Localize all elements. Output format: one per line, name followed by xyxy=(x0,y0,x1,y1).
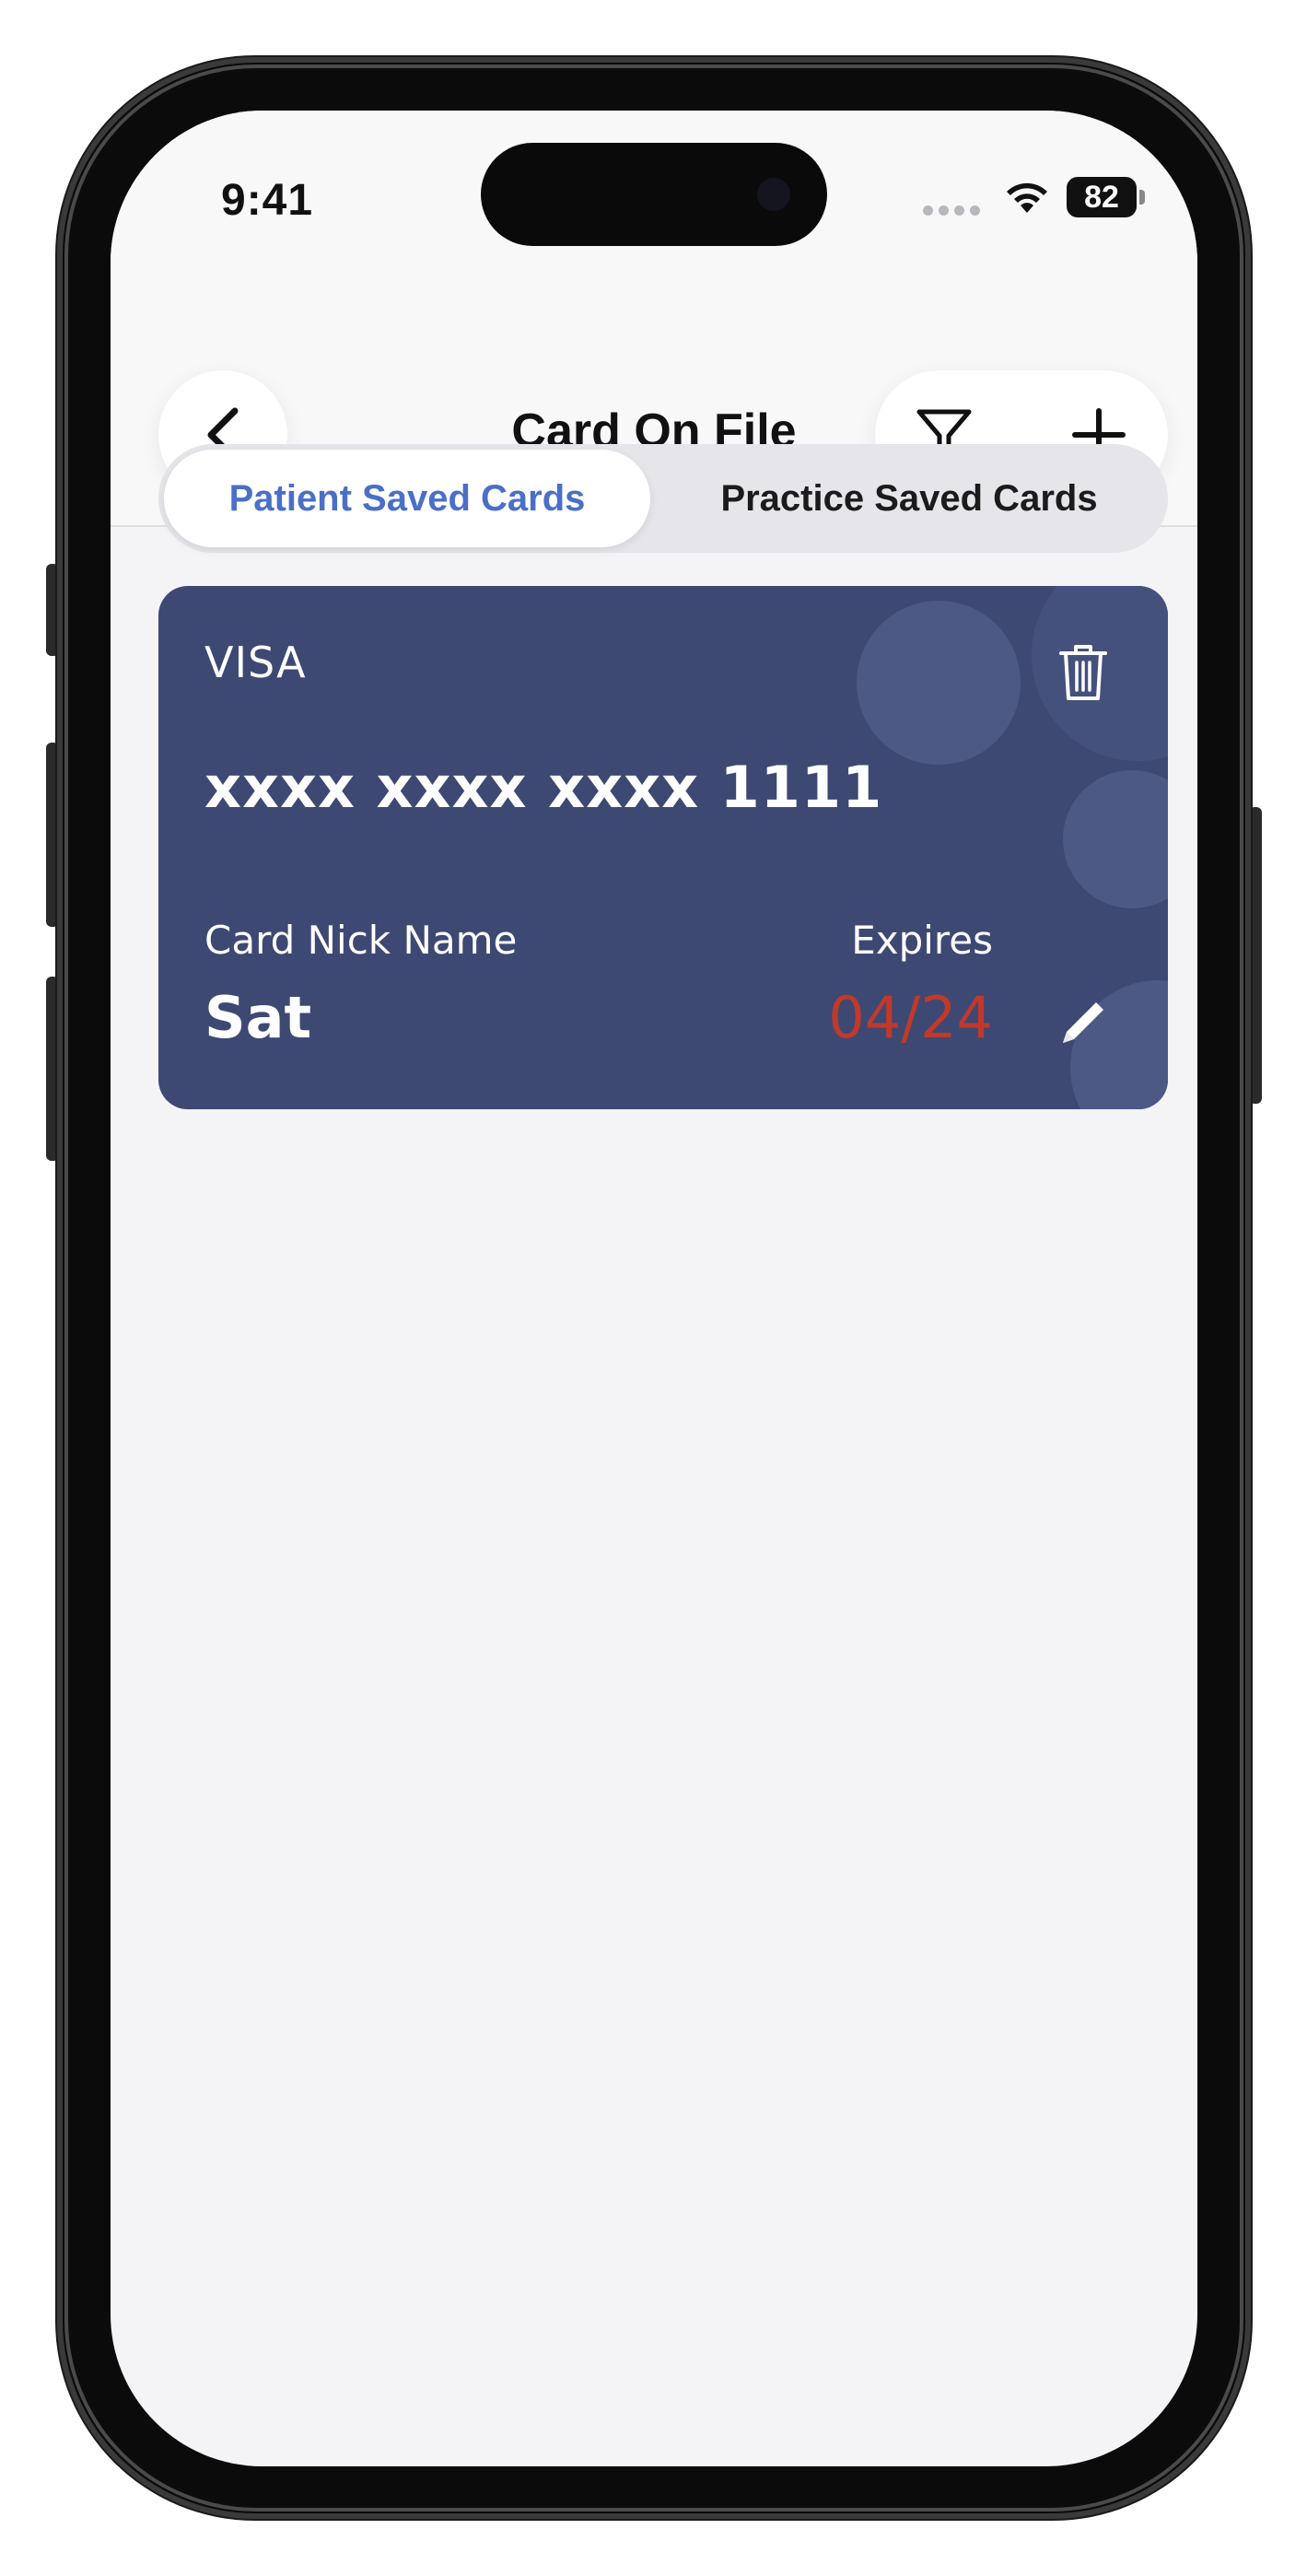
wifi-icon xyxy=(1007,182,1047,213)
edit-card-button[interactable] xyxy=(1044,984,1122,1061)
card-decoration xyxy=(857,601,1021,765)
front-camera xyxy=(757,178,790,211)
tab-practice-saved-cards[interactable]: Practice Saved Cards xyxy=(656,450,1162,547)
saved-card[interactable]: VISA xxxx xxxx xxxx 1111 Card Nick Name … xyxy=(158,586,1168,1109)
saved-cards-segmented-control: Patient Saved Cards Practice Saved Cards xyxy=(158,444,1168,553)
card-expires-label: Expires xyxy=(851,918,993,963)
delete-card-button[interactable] xyxy=(1044,634,1122,711)
dynamic-island xyxy=(481,143,827,246)
power-button xyxy=(1249,807,1262,1104)
card-brand: VISA xyxy=(204,638,307,687)
status-bar: 9:41 82 xyxy=(111,111,1197,286)
card-nickname-label: Card Nick Name xyxy=(204,918,518,963)
device-frame: 9:41 82 Card On File Patient Saved Cards… xyxy=(0,0,1307,2576)
battery-icon: 82 xyxy=(1067,177,1137,217)
battery-tip xyxy=(1139,190,1145,205)
screen: 9:41 82 Card On File Patient Saved Cards… xyxy=(111,111,1197,2466)
cellular-signal-icon xyxy=(923,205,980,216)
status-time: 9:41 xyxy=(221,176,314,225)
trash-icon xyxy=(1059,645,1107,700)
pencil-icon xyxy=(1063,1002,1103,1043)
card-expiry-date: 04/24 xyxy=(828,984,993,1051)
card-nickname: Sat xyxy=(204,984,312,1051)
card-decoration xyxy=(1063,770,1168,908)
card-number: xxxx xxxx xxxx 1111 xyxy=(204,754,883,821)
home-indicator-area xyxy=(111,2411,1197,2466)
tab-patient-saved-cards[interactable]: Patient Saved Cards xyxy=(164,450,650,547)
battery-level: 82 xyxy=(1084,179,1119,215)
